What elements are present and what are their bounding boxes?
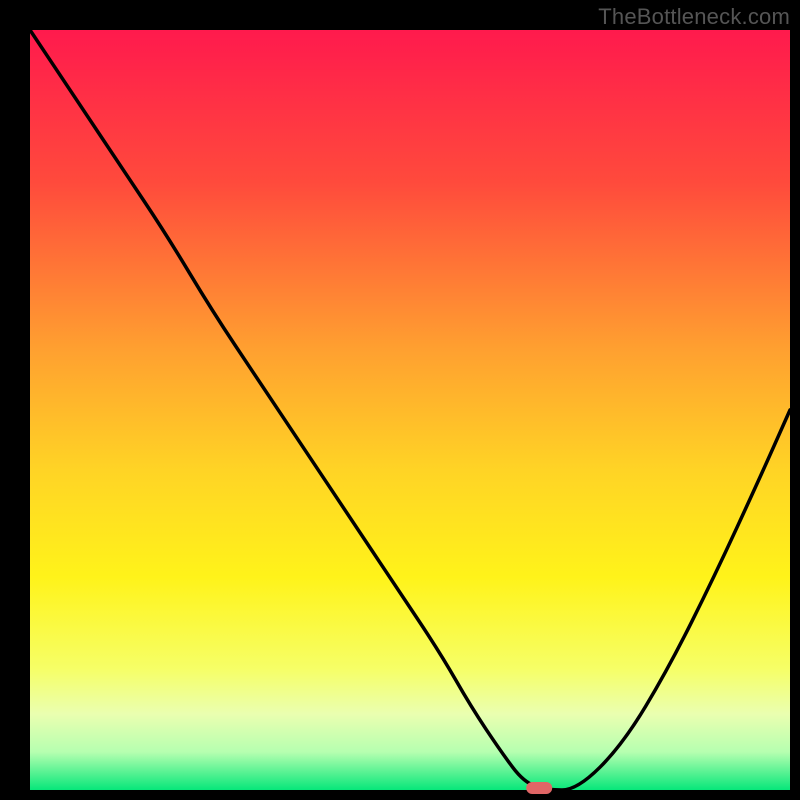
chart-svg bbox=[0, 0, 800, 800]
chart-container: TheBottleneck.com bbox=[0, 0, 800, 800]
optimal-marker bbox=[526, 782, 552, 794]
watermark-text: TheBottleneck.com bbox=[598, 4, 790, 30]
plot-background bbox=[30, 30, 790, 790]
